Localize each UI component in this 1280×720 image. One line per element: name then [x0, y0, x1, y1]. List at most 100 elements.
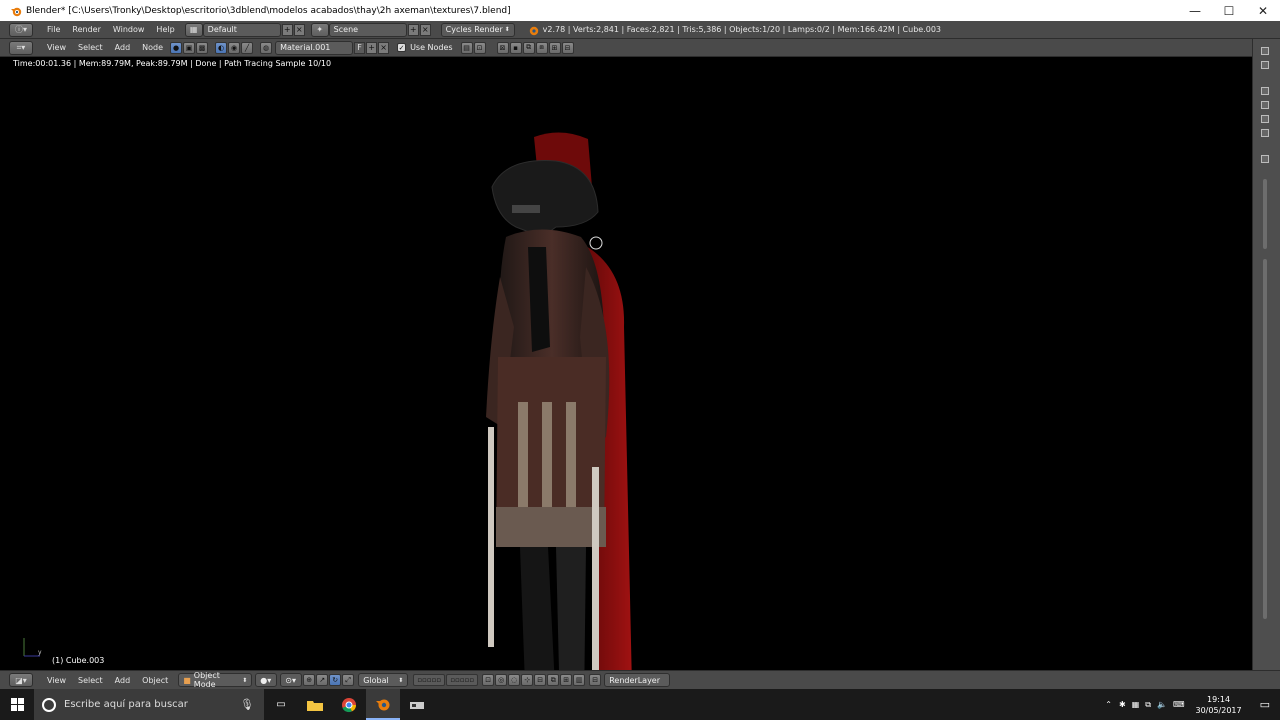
menu-add-3d[interactable]: Add [109, 676, 137, 685]
material-icon[interactable]: ◍ [260, 41, 273, 54]
action-center-icon[interactable]: ▭ [1250, 698, 1280, 711]
render-preview-icon[interactable]: ⧉ [547, 674, 560, 686]
volume-icon[interactable]: 🔈 [1154, 700, 1170, 709]
snap-element-icon[interactable]: ⊹ [521, 674, 534, 686]
layer-toggle-icon[interactable] [1261, 87, 1269, 95]
world-shader-icon[interactable]: ◉ [228, 41, 241, 54]
node-options-icon[interactable]: ⊟ [561, 41, 574, 54]
windows-taskbar: Escribe aquí para buscar 🎙 ▭ ⌃ ✱ ▦ ⧉ 🔈 ⌨… [0, 689, 1280, 720]
maximize-button[interactable]: ☐ [1212, 0, 1246, 21]
menu-help[interactable]: Help [150, 25, 180, 34]
screen-layout-icon[interactable]: ▦ [184, 22, 203, 37]
node-editor-header: ⌗▾ View Select Add Node ● ▣ ▩ ◐ ◉ ╱ ◍ Ma… [0, 39, 1280, 57]
screen-layout-field[interactable]: Default [202, 22, 281, 37]
texture-tree-icon[interactable]: ▩ [196, 41, 209, 54]
render-engine-select[interactable]: Cycles Render ⬍ [440, 22, 515, 37]
add-scene-button[interactable]: + [407, 23, 419, 36]
search-placeholder: Escribe aquí para buscar [64, 699, 188, 710]
editor-type-info-button[interactable]: ⓘ▾ [9, 22, 33, 37]
layers-group-2-icon[interactable]: ▫▫▫▫▫ [446, 674, 479, 686]
remove-layout-button[interactable]: × [293, 23, 305, 36]
device-icon[interactable]: ▦ [1129, 700, 1143, 709]
fake-user-button[interactable]: F [354, 41, 366, 54]
menu-node[interactable]: Node [136, 43, 169, 52]
microphone-icon[interactable]: 🎙 [240, 698, 254, 711]
region-toggle-icon[interactable] [1261, 47, 1269, 55]
keyboard-icon[interactable]: ⌨ [1170, 700, 1188, 709]
menu-select-3d[interactable]: Select [72, 676, 109, 685]
minimize-button[interactable]: — [1178, 0, 1212, 21]
layers-group-1-icon[interactable]: ▫▫▫▫▫ [413, 674, 446, 686]
copy-nodes-icon[interactable]: ⧉ [522, 41, 535, 54]
object-shader-icon[interactable]: ◐ [215, 41, 228, 54]
line-style-icon[interactable]: ╱ [241, 41, 254, 54]
close-button[interactable]: ✕ [1246, 0, 1280, 21]
taskbar-clock[interactable]: 19:14 30/05/2017 [1187, 694, 1249, 716]
task-view-icon[interactable]: ▭ [264, 689, 298, 720]
use-nodes-toggle[interactable]: ✓ Use Nodes [397, 43, 453, 52]
menu-add[interactable]: Add [109, 43, 137, 52]
layer-toggle-icon[interactable] [1261, 101, 1269, 109]
layer-toggle-icon[interactable] [1261, 129, 1269, 137]
file-explorer-icon[interactable] [298, 689, 332, 720]
add-layout-button[interactable]: + [281, 23, 293, 36]
editor-type-node-button[interactable]: ⌗▾ [9, 40, 33, 55]
scrollbar[interactable] [1263, 259, 1267, 619]
taskbar-search-box[interactable]: Escribe aquí para buscar 🎙 [34, 689, 264, 720]
lock-layers-icon[interactable]: ⊡ [482, 674, 495, 686]
compositing-tree-icon[interactable]: ▣ [183, 41, 196, 54]
snap-toggle-icon[interactable]: ◌ [508, 674, 521, 686]
material-name-field[interactable]: Material.001 [275, 40, 354, 55]
clock-time: 19:14 [1207, 694, 1231, 704]
node-tree-icon[interactable]: ⊞ [548, 41, 561, 54]
scale-icon[interactable]: ⤢ [342, 674, 355, 686]
render-layer-field[interactable]: RenderLayer [604, 673, 671, 687]
paste-nodes-icon[interactable]: ⧈ [535, 41, 548, 54]
editor-type-3dview-button[interactable]: ◪▾ [9, 673, 33, 687]
bluetooth-icon[interactable]: ✱ [1116, 700, 1129, 709]
animation-render-icon[interactable]: ▥ [573, 674, 586, 686]
shading-select[interactable]: ●▾ [255, 673, 278, 687]
network-icon[interactable]: ⧉ [1142, 700, 1154, 710]
layer-toggle-icon[interactable] [1261, 115, 1269, 123]
shader-tree-icon[interactable]: ● [170, 41, 183, 54]
menu-view[interactable]: View [41, 43, 72, 52]
blender-taskbar-icon[interactable] [366, 689, 400, 720]
scrollbar[interactable] [1263, 179, 1267, 249]
render-layer-icon[interactable]: ⊟ [589, 674, 602, 686]
snap-node-icon[interactable]: ▪ [509, 41, 522, 54]
pin-icon[interactable]: ⊡ [473, 41, 486, 54]
backdrop-icon[interactable]: ▤ [460, 41, 473, 54]
add-material-button[interactable]: + [366, 41, 378, 54]
menu-select[interactable]: Select [72, 43, 109, 52]
manipulator-icon[interactable]: ⊕ [303, 674, 316, 686]
menu-view-3d[interactable]: View [41, 676, 72, 685]
unlink-material-button[interactable]: × [378, 41, 390, 54]
region-toggle-icon[interactable] [1261, 61, 1269, 69]
menu-window[interactable]: Window [107, 25, 151, 34]
snap-target-icon[interactable]: ⊟ [534, 674, 547, 686]
rotate-icon[interactable]: ↻ [329, 674, 342, 686]
menu-object-3d[interactable]: Object [136, 676, 174, 685]
blender-version-icon [529, 26, 538, 35]
render-status-text: Time:00:01.36 | Mem:89.79M, Peak:89.79M … [13, 59, 332, 68]
3d-viewport[interactable]: y [6, 57, 1252, 670]
orientation-select[interactable]: Global ⬍ [358, 673, 409, 687]
scene-icon[interactable]: ✦ [310, 22, 329, 37]
remove-scene-button[interactable]: × [419, 23, 431, 36]
view-toggle-icon[interactable] [1261, 155, 1269, 163]
pivot-select[interactable]: ⊙▾ [280, 673, 303, 687]
tray-app-icon[interactable] [400, 689, 434, 720]
mode-select[interactable]: ■ Object Mode ⬍ [178, 671, 253, 689]
scene-field[interactable]: Scene [328, 22, 407, 37]
opengl-render-icon[interactable]: ⊞ [560, 674, 573, 686]
layer-buttons[interactable]: ▫▫▫▫▫ ▫▫▫▫▫ [412, 674, 479, 686]
show-hidden-icons-icon[interactable]: ⌃ [1101, 700, 1116, 709]
start-button[interactable] [0, 689, 34, 720]
snap-icon[interactable]: ⊠ [496, 41, 509, 54]
menu-render[interactable]: Render [66, 25, 106, 34]
menu-file[interactable]: File [41, 25, 66, 34]
translate-icon[interactable]: ↗ [316, 674, 329, 686]
proportional-edit-icon[interactable]: ◎ [495, 674, 508, 686]
chrome-icon[interactable] [332, 689, 366, 720]
